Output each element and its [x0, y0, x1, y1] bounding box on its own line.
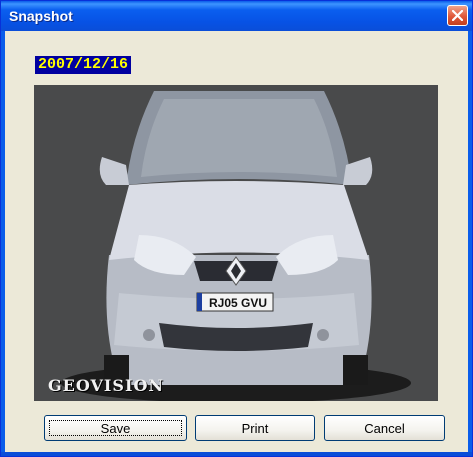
date-stamp: 2007/12/16	[35, 56, 132, 74]
license-plate: RJ05 GVU	[209, 296, 267, 310]
close-icon	[452, 10, 463, 21]
title-bar[interactable]: Snapshot	[1, 1, 472, 31]
snapshot-window: Snapshot 2007/12/16 RJ05 GVU GEOVISION S…	[0, 0, 473, 457]
cancel-button-label: Cancel	[364, 420, 405, 436]
snapshot-image: RJ05 GVU GEOVISION	[34, 85, 438, 401]
window-title: Snapshot	[9, 8, 73, 24]
window-frame-right	[468, 31, 472, 456]
print-button-label: Print	[241, 420, 269, 436]
save-button[interactable]: Save	[44, 415, 187, 441]
car-photo: RJ05 GVU	[34, 85, 438, 401]
close-button[interactable]	[447, 5, 468, 26]
watermark-text: GEOVISION	[48, 376, 165, 395]
cancel-button[interactable]: Cancel	[324, 415, 445, 441]
window-frame-left	[1, 31, 5, 456]
focus-rectangle	[49, 420, 182, 436]
print-button[interactable]: Print	[195, 415, 315, 441]
window-frame-bottom	[1, 452, 472, 456]
